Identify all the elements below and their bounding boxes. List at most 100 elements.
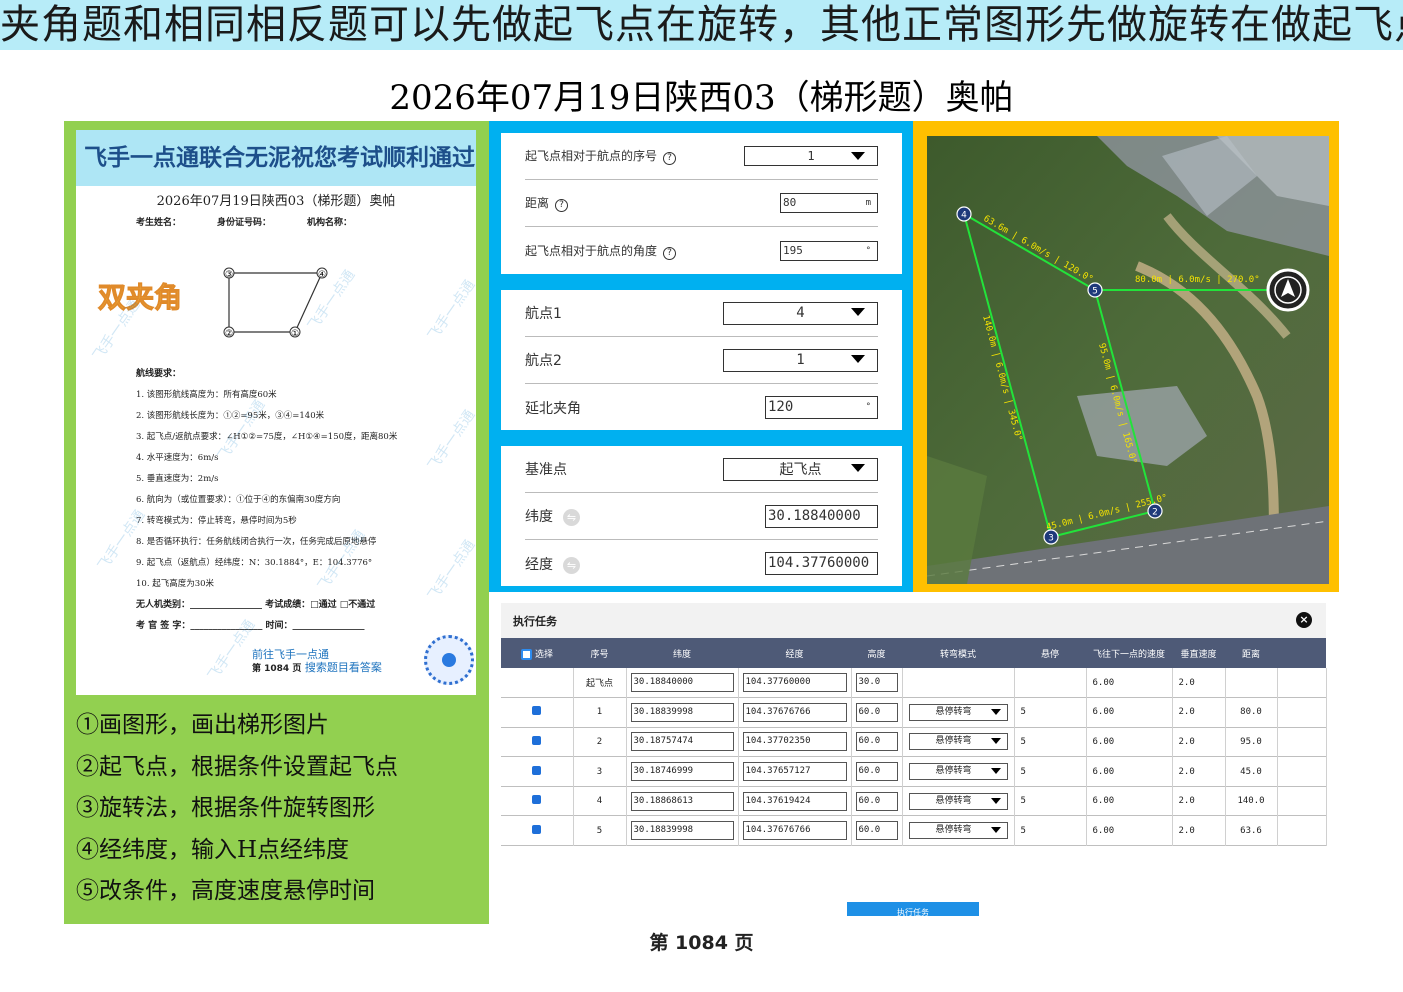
cell-dist: 140.0 bbox=[1225, 786, 1278, 816]
cell-alt-input[interactable]: 60.0 bbox=[855, 732, 898, 752]
step-item: ②起飞点，根据条件设置起飞点 bbox=[76, 753, 398, 780]
cell-alt-input[interactable]: 60.0 bbox=[855, 702, 898, 722]
requirement-item: 1. 该图形航线高度为：所有高度60米 bbox=[136, 390, 277, 400]
takeoff-settings-card: 起飞点相对于航点的序号? 1 距离? 80 m 起飞点相对于航点的角度? 195 ° bbox=[501, 133, 902, 274]
turn-mode-select[interactable]: 悬停转弯 bbox=[908, 763, 1008, 781]
left-panel: 飞手一点通联合无泥祝您考试顺利通过 2026年07月19日陕西03（梯形题）奥帕… bbox=[64, 121, 489, 924]
cell-lon-input[interactable]: 104.37676766 bbox=[742, 702, 847, 722]
distance-row: 距离? 80 m bbox=[525, 180, 878, 227]
waypoint2-select[interactable]: 1 bbox=[723, 348, 878, 372]
cell-alt-input[interactable]: 60.0 bbox=[855, 762, 898, 782]
turn-mode-select[interactable]: 悬停转弯 bbox=[908, 733, 1008, 751]
turn-mode-select[interactable]: 悬停转弯 bbox=[908, 822, 1008, 840]
takeoff-seq-select[interactable]: 1 bbox=[744, 146, 878, 166]
latitude-label: 纬度 bbox=[525, 509, 553, 525]
field-org: 机构名称： bbox=[307, 218, 353, 228]
cell-lat-input[interactable]: 30.18839998 bbox=[630, 702, 734, 722]
chevron-down-icon bbox=[851, 307, 865, 316]
chevron-down-icon bbox=[851, 152, 865, 160]
base-point-row: 基准点 起飞点 bbox=[525, 446, 878, 493]
cell-lat-input[interactable]: 30.18840000 bbox=[630, 673, 734, 693]
page-title: 2026年07月19日陕西03（梯形题）奥帕 bbox=[389, 78, 1014, 118]
cell-alt-input[interactable]: 60.0 bbox=[855, 821, 898, 841]
cell-lat-input[interactable]: 30.18757474 bbox=[630, 732, 734, 752]
cell-lon-input[interactable]: 104.37619424 bbox=[742, 791, 847, 811]
requirement-item: 5. 垂直速度为：2m/s bbox=[136, 474, 219, 484]
turn-mode-select[interactable]: 悬停转弯 bbox=[908, 703, 1008, 721]
cell-vspeed: 2.0 bbox=[1172, 727, 1226, 757]
paper-banner: 飞手一点通联合无泥祝您考试顺利通过 bbox=[76, 130, 476, 186]
help-icon[interactable]: ? bbox=[663, 246, 677, 260]
cell-speed: 6.00 bbox=[1086, 815, 1173, 846]
cell-hover: 5 bbox=[1014, 697, 1087, 728]
page-number: 第 1084 页 bbox=[649, 932, 754, 954]
base-point-select[interactable]: 起飞点 bbox=[723, 457, 878, 481]
segment-label: 80.0m | 6.0m/s | 270.0° bbox=[1135, 275, 1260, 285]
cell-lon-input[interactable]: 104.37657127 bbox=[742, 762, 847, 782]
cell-lat-input[interactable]: 30.18746999 bbox=[630, 762, 734, 782]
swap-icon[interactable]: ⇋ bbox=[563, 556, 580, 574]
latitude-input[interactable]: 30.18840000 bbox=[765, 504, 878, 528]
latitude-row: 纬度 ⇋ 30.18840000 bbox=[525, 493, 878, 540]
cell-seq: 1 bbox=[573, 697, 627, 728]
col-lat: 纬度 bbox=[672, 649, 691, 660]
trapezoid-sketch: ③ ④ ② ① 双夹角 bbox=[76, 228, 476, 358]
chevron-down-icon bbox=[851, 354, 865, 363]
row-checkbox[interactable] bbox=[532, 706, 542, 716]
waypoint1-row: 航点1 4 bbox=[525, 290, 878, 337]
turn-mode-select[interactable]: 悬停转弯 bbox=[908, 792, 1008, 810]
cell-alt-input[interactable]: 60.0 bbox=[855, 791, 898, 811]
waypoint-marker: 2 bbox=[1147, 503, 1163, 519]
requirement-item: 3. 起飞点/返航点要求：∠H①②=75度，∠H①④=150度，距离80米 bbox=[136, 432, 398, 442]
satellite-map[interactable]: 63.6m | 6.0m/s | 120.0° 80.0m | 6.0m/s |… bbox=[927, 136, 1329, 584]
angle-input[interactable]: 195 ° bbox=[780, 240, 878, 261]
swap-icon[interactable]: ⇋ bbox=[563, 509, 580, 526]
promo-text: 前往飞手一点通 第 1084 页 搜索题目看答案 bbox=[252, 648, 382, 676]
step-item: ⑤改条件，高度速度悬停时间 bbox=[76, 878, 375, 904]
waypoint-table: 选择 序号 纬度 经度 高度 转弯模式 悬停 飞往下一点的速度 垂直速度 距离 … bbox=[501, 638, 1327, 846]
row-checkbox[interactable] bbox=[532, 735, 542, 745]
map-canvas[interactable]: 63.6m | 6.0m/s | 120.0° 80.0m | 6.0m/s |… bbox=[927, 136, 1329, 584]
map-panel: 63.6m | 6.0m/s | 120.0° 80.0m | 6.0m/s |… bbox=[913, 121, 1339, 592]
point-1-label: ① bbox=[291, 329, 299, 339]
help-icon[interactable]: ? bbox=[663, 152, 677, 165]
col-speed: 飞往下一点的速度 bbox=[1092, 649, 1165, 660]
cell-alt-input[interactable]: 30.0 bbox=[855, 673, 898, 693]
waypoint1-select[interactable]: 4 bbox=[723, 301, 878, 325]
execute-task-button[interactable]: 执行任务 bbox=[847, 902, 979, 916]
cell-vspeed: 2.0 bbox=[1172, 815, 1226, 846]
cell-vspeed: 2.0 bbox=[1172, 756, 1226, 787]
col-hover: 悬停 bbox=[1040, 649, 1059, 660]
cell-lat-input[interactable]: 30.18839998 bbox=[630, 821, 734, 841]
point-3-label: ③ bbox=[225, 270, 233, 280]
help-icon[interactable]: ? bbox=[555, 199, 569, 212]
waypoint-marker: 5 bbox=[1087, 282, 1103, 298]
cell-hover: 5 bbox=[1014, 786, 1087, 816]
north-angle-input[interactable]: 120 ° bbox=[765, 396, 878, 419]
longitude-label: 经度 bbox=[525, 556, 553, 573]
distance-input[interactable]: 80 m bbox=[780, 193, 878, 213]
waypoint-marker: 4 bbox=[956, 206, 972, 222]
table-row: 2 30.18757474 104.37702350 60.0 悬停转弯 5 6… bbox=[501, 727, 1327, 757]
point-2-label: ② bbox=[225, 329, 233, 339]
exam-paper: 飞手一点通联合无泥祝您考试顺利通过 2026年07月19日陕西03（梯形题）奥帕… bbox=[76, 130, 476, 695]
longitude-input[interactable]: 104.37760000 bbox=[765, 552, 878, 575]
cell-lon-input[interactable]: 104.37676766 bbox=[742, 821, 847, 841]
row-checkbox[interactable] bbox=[532, 795, 542, 805]
cell-speed: 6.00 bbox=[1086, 727, 1173, 757]
cell-lon-input[interactable]: 104.37760000 bbox=[742, 673, 847, 693]
col-select[interactable]: 选择 bbox=[501, 638, 573, 668]
paper-fields: 考生姓名： 身份证号码： 机构名称： bbox=[136, 215, 476, 228]
close-icon[interactable]: × bbox=[1296, 612, 1312, 628]
cell-dist: 45.0 bbox=[1225, 756, 1278, 787]
settings-panel: 起飞点相对于航点的序号? 1 距离? 80 m 起飞点相对于航点的角度? 195 °… bbox=[489, 121, 913, 592]
cell-lon-input[interactable]: 104.37702350 bbox=[742, 732, 847, 752]
row-checkbox[interactable] bbox=[532, 765, 542, 775]
waypoint2-label: 航点2 bbox=[525, 353, 562, 369]
cell-lat-input[interactable]: 30.18868613 bbox=[630, 791, 734, 811]
cell-hover: 5 bbox=[1014, 815, 1087, 846]
select-all-checkbox[interactable] bbox=[520, 648, 532, 660]
longitude-row: 经度 ⇋ 104.37760000 bbox=[525, 540, 878, 587]
row-checkbox[interactable] bbox=[532, 824, 542, 834]
coordinate-card: 基准点 起飞点 纬度 ⇋ 30.18840000 经度 ⇋ 104.37760000 bbox=[501, 446, 902, 586]
